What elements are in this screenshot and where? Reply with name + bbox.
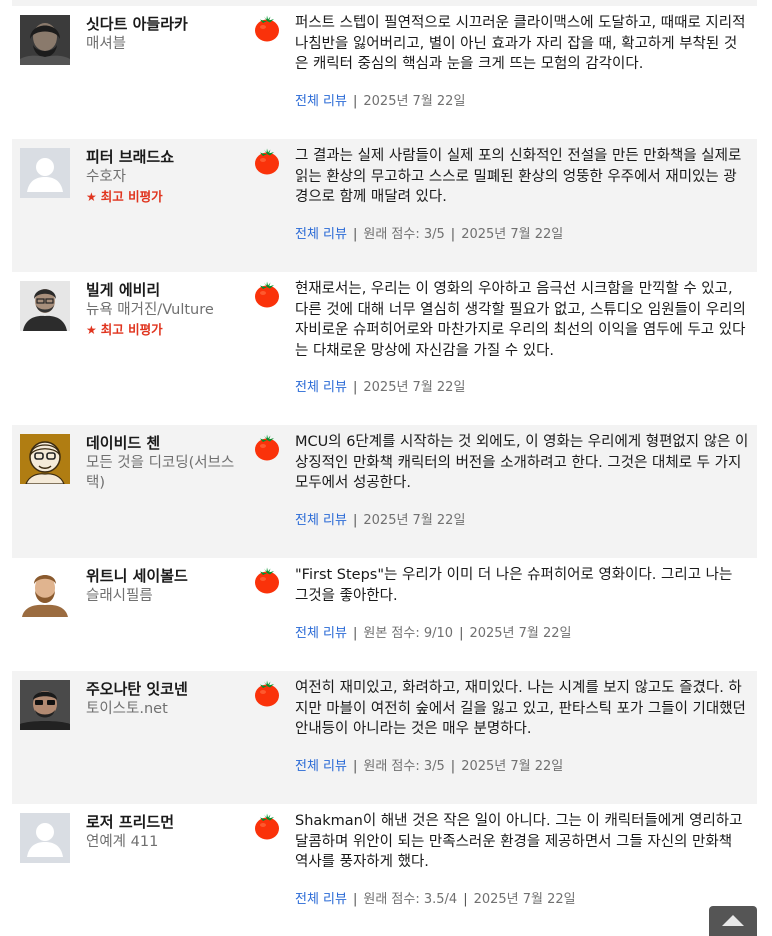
critic-avatar[interactable] — [20, 567, 70, 617]
original-score: 원래 점수: 3/5 — [363, 227, 445, 242]
review-quote: MCU의 6단계를 시작하는 것 외에도, 이 영화는 우리에게 형편없지 않은… — [295, 434, 749, 491]
review-date: 2025년 7월 22일 — [363, 94, 466, 109]
full-review-link[interactable]: 전체 리뷰 — [295, 380, 347, 395]
review-date: 2025년 7월 22일 — [461, 227, 564, 242]
publication-name[interactable]: 수호자 — [86, 167, 246, 187]
fresh-tomato-icon — [254, 281, 280, 308]
top-critic-label: 최고 비평가 — [100, 189, 163, 204]
publication-name[interactable]: 모든 것을 디코딩(서브스택) — [86, 453, 246, 493]
original-score: 원래 점수: 3/5 — [363, 759, 445, 774]
fresh-tomato-icon — [254, 680, 280, 707]
review-date: 2025년 7월 22일 — [469, 626, 572, 641]
review-row: 빌게 에비리 뉴욕 매거진/Vulture ★ 최고 비평가 현재로서는, 우리는… — [12, 272, 757, 425]
publication-name[interactable]: 뉴욕 매거진/Vulture — [86, 300, 246, 320]
meta-separator: | — [352, 380, 358, 395]
review-date: 2025년 7월 22일 — [473, 892, 576, 907]
meta-separator: | — [352, 513, 358, 528]
critic-avatar[interactable] — [20, 680, 70, 730]
back-to-top-button[interactable] — [709, 906, 757, 936]
publication-name[interactable]: 슬래시필름 — [86, 586, 246, 606]
original-score: 원래 점수: 3.5/4 — [363, 892, 458, 907]
review-quote: 퍼스트 스텝이 필연적으로 시끄러운 클라이맥스에 도달하고, 때때로 지리적 … — [295, 15, 746, 72]
critic-avatar[interactable] — [20, 15, 70, 65]
fresh-tomato-icon — [254, 813, 280, 840]
review-meta: 전체 리뷰 | 원본 점수: 9/10 | 2025년 7월 22일 — [295, 625, 572, 643]
review-row: 데이비드 첸 모든 것을 디코딩(서브스택) MCU의 6단계를 시작하는 것 … — [12, 425, 757, 558]
critic-name[interactable]: 싯다트 아들라카 — [86, 14, 188, 34]
review-meta: 전체 리뷰 | 원래 점수: 3.5/4 | 2025년 7월 22일 — [295, 891, 576, 909]
default-avatar[interactable] — [20, 813, 70, 863]
fresh-tomato-icon — [254, 148, 280, 175]
original-score: 원본 점수: 9/10 — [363, 626, 454, 641]
top-critic-label: 최고 비평가 — [100, 322, 163, 337]
chevron-up-icon — [722, 915, 744, 926]
critic-avatar[interactable] — [20, 434, 70, 484]
meta-separator: | — [352, 626, 358, 641]
review-row: 싯다트 아들라카 매셔블 퍼스트 스텝이 필연적으로 시끄러운 클라이맥스에 도… — [12, 6, 757, 139]
fresh-tomato-icon — [254, 567, 280, 594]
meta-separator: | — [459, 626, 464, 641]
full-review-link[interactable]: 전체 리뷰 — [295, 513, 347, 528]
review-meta: 전체 리뷰 | 2025년 7월 22일 — [295, 93, 465, 111]
critic-name[interactable]: 로저 프리드먼 — [86, 812, 174, 832]
review-row: 주오나탄 잇코넨 토이스토.net 여전히 재미있고, 화려하고, 재미있다. … — [12, 671, 757, 804]
review-date: 2025년 7월 22일 — [363, 513, 466, 528]
review-date: 2025년 7월 22일 — [461, 759, 564, 774]
full-review-link[interactable]: 전체 리뷰 — [295, 227, 347, 242]
review-quote: 여전히 재미있고, 화려하고, 재미있다. 나는 시계를 보지 않고도 즐겼다.… — [295, 680, 746, 737]
review-meta: 전체 리뷰 | 원래 점수: 3/5 | 2025년 7월 22일 — [295, 226, 563, 244]
critic-name[interactable]: 데이비드 첸 — [86, 433, 160, 453]
default-avatar[interactable] — [20, 148, 70, 198]
review-quote: Shakman이 해낸 것은 작은 일이 아니다. 그는 이 캐릭터들에게 영리… — [295, 813, 743, 870]
review-meta: 전체 리뷰 | 2025년 7월 22일 — [295, 379, 465, 397]
top-critic-badge: ★ 최고 비평가 — [86, 321, 163, 339]
meta-separator: | — [463, 892, 468, 907]
review-quote: 현재로서는, 우리는 이 영화의 우아하고 음극선 시크함을 만끽할 수 있고,… — [295, 281, 746, 359]
fresh-tomato-icon — [254, 434, 280, 461]
review-row: 로저 프리드먼 연예계 411 Shakman이 해낸 것은 작은 일이 아니다… — [12, 804, 757, 928]
critic-avatar[interactable] — [20, 281, 70, 331]
review-row: 피터 브래드쇼 수호자 ★ 최고 비평가 그 결과는 실제 사람들이 실제 포의 … — [12, 139, 757, 272]
full-review-link[interactable]: 전체 리뷰 — [295, 892, 347, 907]
meta-separator: | — [352, 759, 358, 774]
meta-separator: | — [450, 759, 456, 774]
critic-name[interactable]: 주오나탄 잇코넨 — [86, 679, 188, 699]
review-quote: 그 결과는 실제 사람들이 실제 포의 신화적인 전설을 만든 만화책을 실제로… — [295, 148, 742, 205]
review-date: 2025년 7월 22일 — [363, 380, 466, 395]
meta-separator: | — [352, 892, 358, 907]
meta-separator: | — [450, 227, 456, 242]
critic-name[interactable]: 피터 브래드쇼 — [86, 147, 174, 167]
full-review-link[interactable]: 전체 리뷰 — [295, 626, 347, 641]
meta-separator: | — [352, 227, 358, 242]
top-critic-badge: ★ 최고 비평가 — [86, 188, 163, 206]
review-meta: 전체 리뷰 | 2025년 7월 22일 — [295, 512, 465, 530]
publication-name[interactable]: 토이스토.net — [86, 699, 246, 719]
meta-separator: | — [352, 94, 358, 109]
publication-name[interactable]: 매셔블 — [86, 34, 246, 54]
review-row: 위트니 세이볼드 슬래시필름 "First Steps"는 우리가 이미 더 나… — [12, 558, 757, 671]
critic-name[interactable]: 위트니 세이볼드 — [86, 566, 188, 586]
review-meta: 전체 리뷰 | 원래 점수: 3/5 | 2025년 7월 22일 — [295, 758, 563, 776]
full-review-link[interactable]: 전체 리뷰 — [295, 94, 347, 109]
fresh-tomato-icon — [254, 15, 280, 42]
star-icon: ★ — [86, 190, 97, 204]
critic-name[interactable]: 빌게 에비리 — [86, 280, 160, 300]
review-quote: "First Steps"는 우리가 이미 더 나은 슈퍼히어로 영화이다. 그… — [295, 567, 733, 604]
star-icon: ★ — [86, 323, 97, 337]
publication-name[interactable]: 연예계 411 — [86, 832, 246, 852]
full-review-link[interactable]: 전체 리뷰 — [295, 759, 347, 774]
